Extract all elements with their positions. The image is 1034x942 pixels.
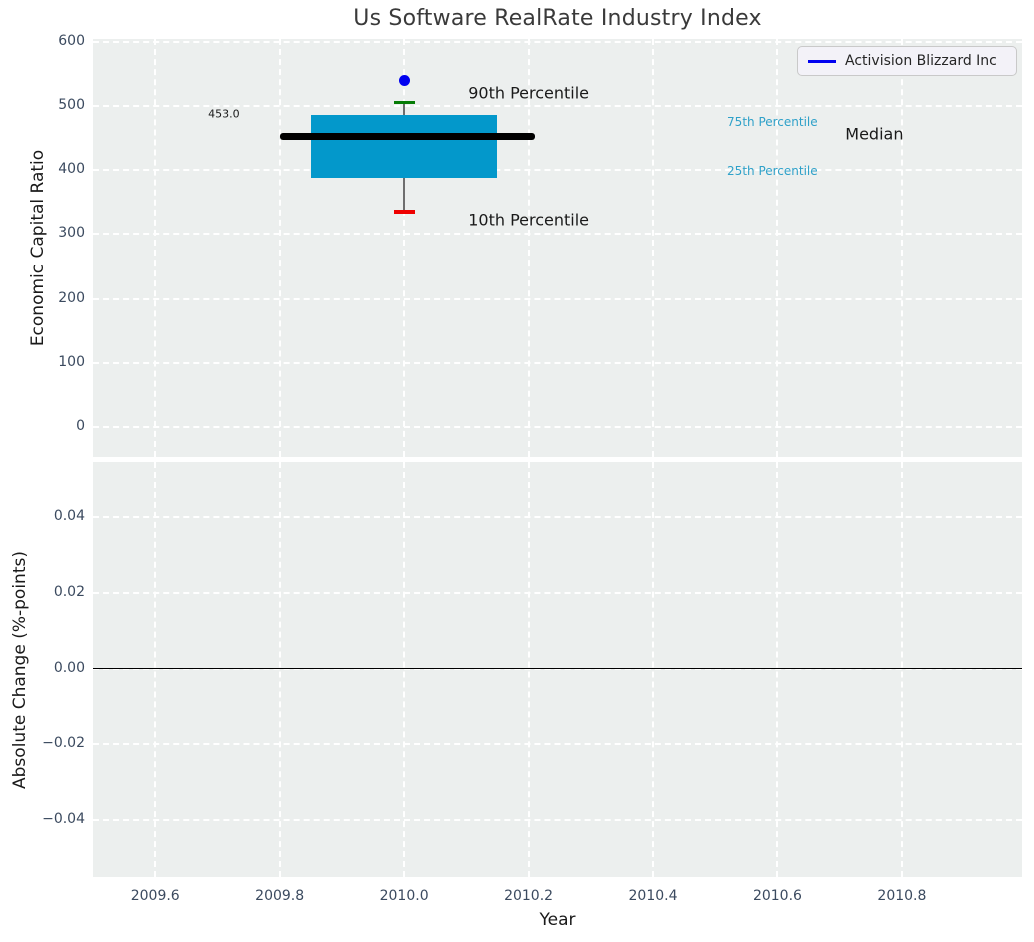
y-tick-label-top: 0: [76, 418, 85, 435]
legend-line-sample: [808, 59, 836, 63]
y-tick-label-top: 200: [58, 289, 85, 306]
x-tick-label: 2010.8: [877, 888, 927, 904]
x-tick-label: 2010.6: [752, 888, 802, 904]
grid-line-horizontal: [93, 297, 1022, 300]
y-tick-label-bottom: −0.04: [42, 810, 85, 827]
annotation-90th-percentile: 90th Percentile: [468, 83, 589, 102]
grid-line-vertical: [278, 39, 281, 457]
grid-line-horizontal: [93, 362, 1022, 365]
grid-line-horizontal: [93, 516, 1022, 519]
x-tick-label: 2009.6: [130, 888, 180, 904]
top-axes: 453.0 90th Percentile 10th Percentile 75th …: [93, 39, 1022, 457]
x-tick-label: 2010.4: [628, 888, 678, 904]
x-tick-label: 2010.0: [379, 888, 429, 904]
x-axis-label: Year: [539, 910, 576, 930]
y-tick-label-bottom: 0.00: [53, 659, 85, 676]
iqr-box: [310, 114, 498, 178]
y-tick-label-top: 100: [58, 354, 85, 371]
median-line: [279, 132, 535, 140]
zero-line: [93, 667, 1022, 670]
grid-line-horizontal: [93, 40, 1022, 43]
annotation-25th-percentile: 25th Percentile: [727, 164, 818, 179]
annotation-median: Median: [845, 124, 904, 144]
y-tick-label-bottom: 0.04: [53, 508, 85, 525]
grid-line-vertical: [652, 39, 654, 457]
y-axis-label-top: Economic Capital Ratio: [28, 149, 48, 347]
y-tick-label-top: 300: [58, 225, 85, 242]
p10-cap: [393, 210, 415, 214]
grid-line-horizontal: [93, 233, 1022, 236]
y-tick-label-top: 600: [58, 32, 85, 49]
grid-line-vertical: [154, 39, 157, 457]
grid-line-horizontal: [93, 818, 1022, 821]
chart-figure: Us Software RealRate Industry Index Econ…: [0, 0, 1034, 942]
p90-cap: [393, 100, 415, 105]
grid-line-vertical: [900, 39, 903, 457]
annotation-453-0: 453.0: [208, 107, 240, 121]
grid-line-vertical: [776, 39, 779, 457]
annotation-75th-percentile: 75th Percentile: [727, 114, 818, 129]
x-tick-label: 2010.2: [504, 888, 554, 904]
chart-title: Us Software RealRate Industry Index: [353, 6, 762, 31]
legend: Activision Blizzard Inc: [797, 46, 1017, 76]
grid-line-horizontal: [93, 169, 1022, 172]
annotation-10th-percentile: 10th Percentile: [468, 210, 589, 230]
x-tick-label: 2009.8: [255, 888, 305, 904]
y-tick-label-bottom: −0.02: [42, 735, 85, 752]
grid-line-horizontal: [93, 426, 1022, 429]
y-tick-label-top: 400: [58, 161, 85, 178]
grid-line-horizontal: [93, 743, 1022, 746]
y-tick-label-bottom: 0.02: [53, 583, 85, 600]
grid-line-horizontal: [93, 591, 1022, 594]
company-data-point: [398, 75, 410, 87]
legend-label: Activision Blizzard Inc: [845, 53, 997, 69]
y-tick-label-top: 500: [58, 96, 85, 113]
bottom-axes: [93, 462, 1022, 877]
